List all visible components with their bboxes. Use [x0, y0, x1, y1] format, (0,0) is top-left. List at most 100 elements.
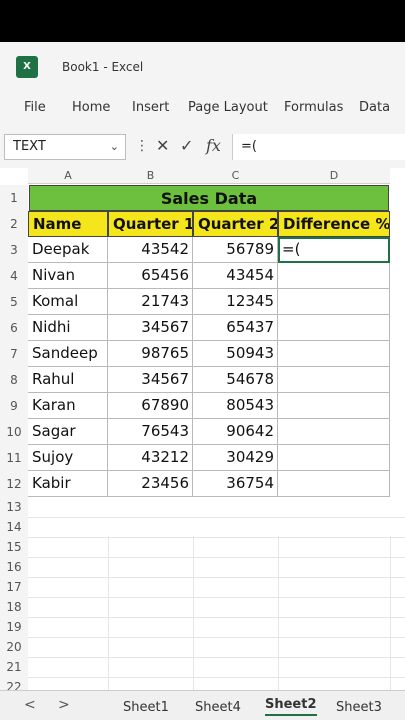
- row-header[interactable]: 20: [0, 637, 28, 657]
- gridline: [108, 536, 109, 690]
- menu-data[interactable]: Data: [359, 100, 390, 115]
- quarter2-cell[interactable]: 65437: [193, 315, 278, 341]
- gridline: [28, 557, 405, 558]
- difference-cell[interactable]: [278, 289, 390, 315]
- difference-cell[interactable]: [278, 445, 390, 471]
- row-header[interactable]: 3: [0, 237, 28, 263]
- sales-data-title-cell[interactable]: Sales Data: [29, 185, 389, 211]
- gridline: [28, 637, 405, 638]
- quarter1-cell[interactable]: 67890: [108, 393, 193, 419]
- row-header[interactable]: 12: [0, 471, 28, 497]
- name-cell[interactable]: Sujoy: [28, 445, 108, 471]
- row-header[interactable]: 1: [0, 185, 28, 211]
- difference-cell[interactable]: [278, 419, 390, 445]
- quarter2-cell[interactable]: 50943: [193, 341, 278, 367]
- row-header[interactable]: 5: [0, 289, 28, 315]
- gridline: [193, 536, 194, 690]
- name-cell[interactable]: Sandeep: [28, 341, 108, 367]
- name-cell[interactable]: Kabir: [28, 471, 108, 497]
- row-header[interactable]: 21: [0, 657, 28, 677]
- formula-input[interactable]: =(: [232, 134, 405, 160]
- column-header-b[interactable]: B: [108, 168, 193, 184]
- row-header[interactable]: 16: [0, 557, 28, 577]
- gridline: [28, 597, 405, 598]
- tab-sheet2[interactable]: Sheet2: [265, 697, 317, 716]
- quarter1-cell[interactable]: 34567: [108, 315, 193, 341]
- window-title: Book1 - Excel: [62, 60, 144, 74]
- menu-home[interactable]: Home: [72, 100, 110, 115]
- column-header-a[interactable]: A: [28, 168, 108, 184]
- quarter2-cell[interactable]: 12345: [193, 289, 278, 315]
- column-header-c[interactable]: C: [193, 168, 278, 184]
- name-cell[interactable]: Sagar: [28, 419, 108, 445]
- next-sheet-icon[interactable]: >: [58, 697, 70, 713]
- quarter1-cell[interactable]: 43542: [108, 237, 193, 263]
- quarter1-cell[interactable]: 98765: [108, 341, 193, 367]
- name-cell[interactable]: Komal: [28, 289, 108, 315]
- row-header[interactable]: 15: [0, 537, 28, 557]
- difference-cell[interactable]: =(: [278, 237, 390, 263]
- quarter2-cell[interactable]: 30429: [193, 445, 278, 471]
- menu-formulas[interactable]: Formulas: [284, 100, 343, 115]
- difference-cell[interactable]: [278, 315, 390, 341]
- row-header[interactable]: 7: [0, 341, 28, 367]
- name-cell[interactable]: Deepak: [28, 237, 108, 263]
- difference-cell[interactable]: [278, 367, 390, 393]
- quarter1-cell[interactable]: 65456: [108, 263, 193, 289]
- tab-sheet1[interactable]: Sheet1: [123, 700, 169, 715]
- quarter2-cell[interactable]: 43454: [193, 263, 278, 289]
- row-header[interactable]: 18: [0, 597, 28, 617]
- row-header[interactable]: 14: [0, 517, 28, 537]
- name-cell[interactable]: Nivan: [28, 263, 108, 289]
- enter-check-icon[interactable]: ✓: [180, 136, 193, 155]
- quarter1-cell[interactable]: 34567: [108, 367, 193, 393]
- difference-cell[interactable]: [278, 263, 390, 289]
- tab-sheet4[interactable]: Sheet4: [195, 700, 241, 715]
- row-header[interactable]: 13: [0, 497, 28, 517]
- menu-page-layout[interactable]: Page Layout: [188, 100, 268, 115]
- menu-file[interactable]: File: [24, 100, 46, 115]
- row-header[interactable]: 17: [0, 577, 28, 597]
- difference-cell[interactable]: [278, 471, 390, 497]
- quarter2-cell[interactable]: 90642: [193, 419, 278, 445]
- prev-sheet-icon[interactable]: <: [24, 697, 36, 713]
- cancel-icon[interactable]: ✕: [156, 136, 169, 155]
- gridline: [28, 657, 405, 658]
- quarter1-cell[interactable]: 23456: [108, 471, 193, 497]
- row-header[interactable]: 19: [0, 617, 28, 637]
- difference-cell[interactable]: [278, 341, 390, 367]
- gridline: [28, 617, 405, 618]
- name-box-value: TEXT: [13, 139, 46, 154]
- header-difference-cell[interactable]: Difference %: [278, 211, 390, 237]
- header-quarter1-cell[interactable]: Quarter 1: [108, 211, 193, 237]
- name-cell[interactable]: Nidhi: [28, 315, 108, 341]
- menu-insert[interactable]: Insert: [132, 100, 169, 115]
- column-header-d[interactable]: D: [278, 168, 390, 184]
- quarter1-cell[interactable]: 21743: [108, 289, 193, 315]
- quarter2-cell[interactable]: 56789: [193, 237, 278, 263]
- row-header[interactable]: 11: [0, 445, 28, 471]
- sheet-tab-bar: < > Sheet1 Sheet4 Sheet2 Sheet3: [0, 690, 405, 720]
- insert-function-icon[interactable]: fx: [206, 136, 221, 155]
- quarter2-cell[interactable]: 80543: [193, 393, 278, 419]
- formula-bar-grip-icon: ⋮: [135, 138, 149, 154]
- row-header[interactable]: 6: [0, 315, 28, 341]
- header-quarter2-cell[interactable]: Quarter 2: [193, 211, 278, 237]
- name-box[interactable]: TEXT ⌄: [4, 134, 126, 160]
- row-header[interactable]: 9: [0, 393, 28, 419]
- quarter1-cell[interactable]: 76543: [108, 419, 193, 445]
- difference-cell[interactable]: [278, 393, 390, 419]
- header-name-cell[interactable]: Name: [28, 211, 108, 237]
- quarter2-cell[interactable]: 54678: [193, 367, 278, 393]
- row-header[interactable]: 4: [0, 263, 28, 289]
- worksheet-grid[interactable]: A B C D Sales Data Name Quarter 1 Quarte…: [0, 168, 405, 698]
- chevron-down-icon[interactable]: ⌄: [110, 135, 119, 159]
- quarter1-cell[interactable]: 43212: [108, 445, 193, 471]
- tab-sheet3[interactable]: Sheet3: [336, 700, 382, 715]
- row-header[interactable]: 10: [0, 419, 28, 445]
- row-header[interactable]: 8: [0, 367, 28, 393]
- name-cell[interactable]: Rahul: [28, 367, 108, 393]
- name-cell[interactable]: Karan: [28, 393, 108, 419]
- quarter2-cell[interactable]: 36754: [193, 471, 278, 497]
- row-header[interactable]: 2: [0, 211, 28, 237]
